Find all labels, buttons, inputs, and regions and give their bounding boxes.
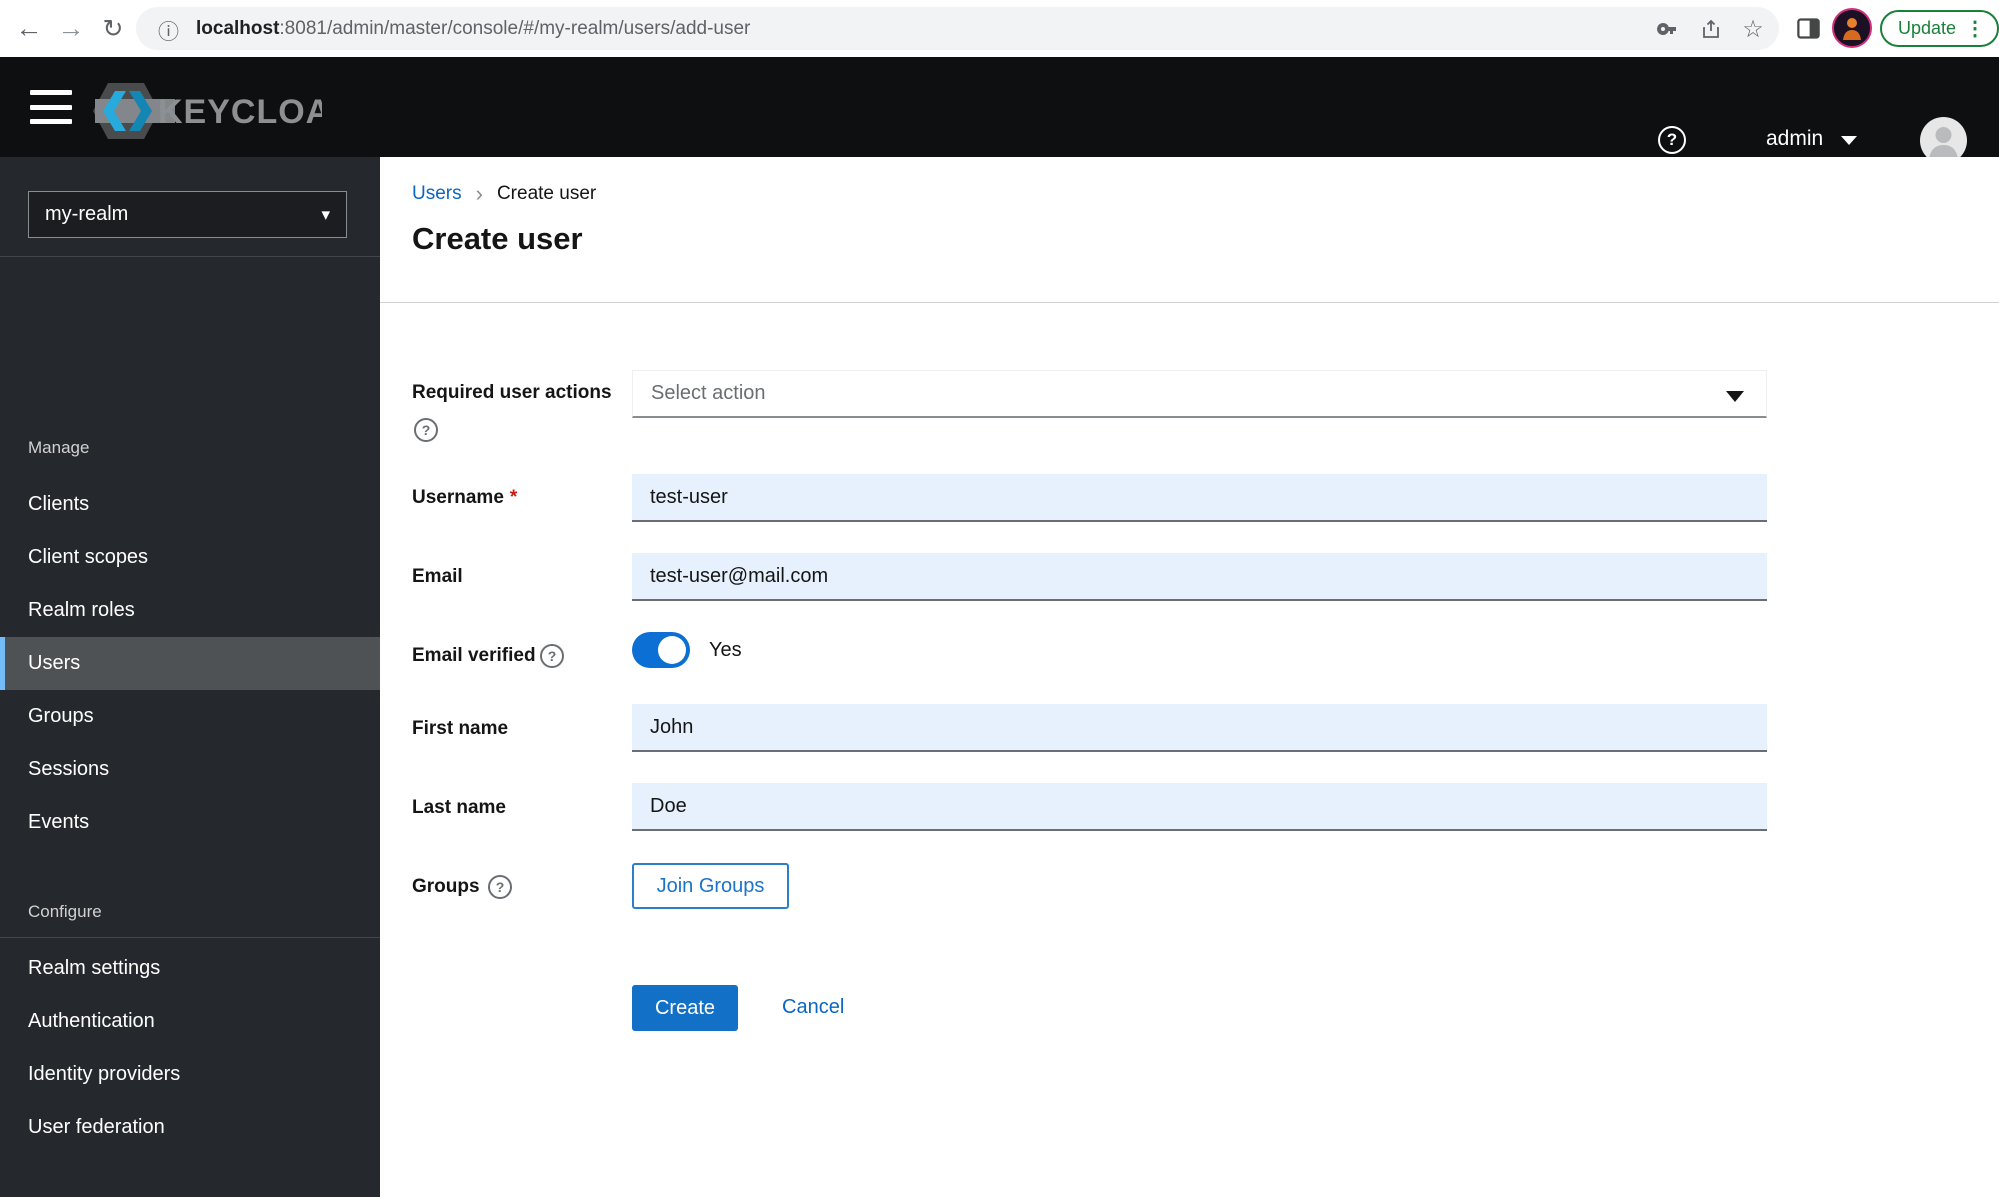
url-domain: localhost xyxy=(196,18,280,39)
groups-label: Groups xyxy=(412,876,480,897)
first-name-field[interactable] xyxy=(632,704,1767,752)
main-content: Users › Create user Create user Required… xyxy=(380,157,1999,1197)
sidebar-item-identity-providers[interactable]: Identity providers xyxy=(0,1048,380,1101)
browser-menu-kebab-icon[interactable]: ⋮ xyxy=(1965,16,1985,41)
breadcrumb-users-link[interactable]: Users xyxy=(412,183,462,205)
sidebar-item-users[interactable]: Users xyxy=(0,637,380,690)
masthead: KEYCLOAK ? admin xyxy=(0,57,1999,164)
email-verified-state: Yes xyxy=(709,639,742,661)
browser-chrome: ← → ↻ ⓘ localhost:8081/admin/master/cons… xyxy=(0,0,1999,57)
join-groups-button[interactable]: Join Groups xyxy=(632,863,789,909)
email-field[interactable] xyxy=(632,553,1767,601)
first-name-label: First name xyxy=(412,718,509,739)
sidebar-item-authentication[interactable]: Authentication xyxy=(0,995,380,1048)
page-title: Create user xyxy=(412,221,583,256)
brand-text: KEYCLOAK xyxy=(158,93,322,131)
username-label: Username * xyxy=(412,487,517,509)
select-caret-down-icon xyxy=(1726,391,1744,402)
password-key-icon[interactable] xyxy=(1655,16,1681,42)
sidebar-item-label: Sessions xyxy=(28,758,110,780)
required-user-actions-help-icon[interactable]: ? xyxy=(414,418,438,442)
sidebar-item-label: Authentication xyxy=(28,1010,155,1032)
sidebar-item-sessions[interactable]: Sessions xyxy=(0,743,380,796)
breadcrumb-current: Create user xyxy=(496,183,597,204)
keycloak-logo[interactable]: KEYCLOAK xyxy=(92,82,356,145)
sidebar-item-label: Groups xyxy=(28,705,94,727)
last-name-field[interactable] xyxy=(632,783,1767,831)
sidebar-item-label: User federation xyxy=(28,1116,165,1138)
browser-forward-icon[interactable]: → xyxy=(52,0,90,57)
sidebar-item-label: Client scopes xyxy=(28,546,149,568)
browser-profile-avatar[interactable] xyxy=(1832,8,1872,48)
sidebar-divider xyxy=(0,256,380,257)
sidebar-item-label: Users xyxy=(28,652,81,674)
browser-update-button[interactable]: Update ⋮ xyxy=(1880,10,1999,47)
breadcrumb-chevron-icon: › xyxy=(475,181,483,206)
chevron-down-icon xyxy=(1841,136,1858,145)
username-label-text: Username xyxy=(412,487,504,508)
sidebar-item-user-federation[interactable]: User federation xyxy=(0,1101,380,1154)
screen: ← → ↻ ⓘ localhost:8081/admin/master/cons… xyxy=(0,0,1999,1197)
bookmark-star-icon[interactable]: ☆ xyxy=(1740,16,1766,43)
email-verified-toggle[interactable] xyxy=(632,632,690,668)
required-asterisk: * xyxy=(509,487,518,508)
email-label: Email xyxy=(412,566,463,587)
update-label: Update xyxy=(1898,18,1957,38)
sidebar-item-label: Realm settings xyxy=(28,957,161,979)
toggle-knob xyxy=(658,636,686,664)
side-panel-icon[interactable] xyxy=(1795,15,1822,47)
user-menu-dropdown[interactable]: admin xyxy=(1766,127,1858,151)
required-user-actions-select[interactable]: Select action xyxy=(632,370,1767,418)
email-verified-help-icon[interactable]: ? xyxy=(540,644,564,668)
cancel-link[interactable]: Cancel xyxy=(782,996,844,1019)
sidebar-item-events[interactable]: Events xyxy=(0,796,380,849)
title-divider xyxy=(380,302,1999,303)
section-label-manage: Manage xyxy=(28,438,90,457)
sidebar-item-label: Realm roles xyxy=(28,599,135,621)
email-verified-label: Email verified xyxy=(412,645,536,666)
address-bar[interactable]: ⓘ localhost:8081/admin/master/console/#/… xyxy=(136,7,1779,50)
groups-help-icon[interactable]: ? xyxy=(488,875,512,899)
share-icon[interactable] xyxy=(1698,16,1724,42)
help-icon[interactable]: ? xyxy=(1658,126,1686,154)
sidebar-item-groups[interactable]: Groups xyxy=(0,690,380,743)
section-label-configure: Configure xyxy=(28,902,102,921)
required-user-actions-label: Required user actions xyxy=(412,382,612,403)
breadcrumb: Users › Create user xyxy=(412,181,596,207)
realm-caret-down-icon: ▾ xyxy=(321,204,330,224)
realm-selector[interactable]: my-realm ▾ xyxy=(28,191,347,238)
sidebar: my-realm ▾ Manage Clients Client scopes … xyxy=(0,157,380,1197)
user-menu-label: admin xyxy=(1766,127,1824,150)
sidebar-item-client-scopes[interactable]: Client scopes xyxy=(0,531,380,584)
last-name-label: Last name xyxy=(412,797,506,818)
sidebar-item-clients[interactable]: Clients xyxy=(0,478,380,531)
url-path: :8081/admin/master/console/#/my-realm/us… xyxy=(279,18,751,39)
url-text: localhost:8081/admin/master/console/#/my… xyxy=(196,18,750,40)
sidebar-item-label: Events xyxy=(28,811,90,833)
create-button[interactable]: Create xyxy=(632,985,738,1031)
username-field[interactable] xyxy=(632,474,1767,522)
nav-toggle-hamburger-icon[interactable] xyxy=(30,90,72,124)
sidebar-item-realm-settings[interactable]: Realm settings xyxy=(0,942,380,995)
sidebar-item-realm-roles[interactable]: Realm roles xyxy=(0,584,380,637)
browser-reload-icon[interactable]: ↻ xyxy=(94,0,132,57)
sidebar-divider xyxy=(0,937,380,938)
select-placeholder: Select action xyxy=(651,382,766,404)
realm-selector-value: my-realm xyxy=(45,203,129,225)
browser-back-icon[interactable]: ← xyxy=(10,0,48,57)
sidebar-item-label: Identity providers xyxy=(28,1063,181,1085)
sidebar-item-label: Clients xyxy=(28,493,90,515)
site-info-icon[interactable]: ⓘ xyxy=(158,16,179,46)
